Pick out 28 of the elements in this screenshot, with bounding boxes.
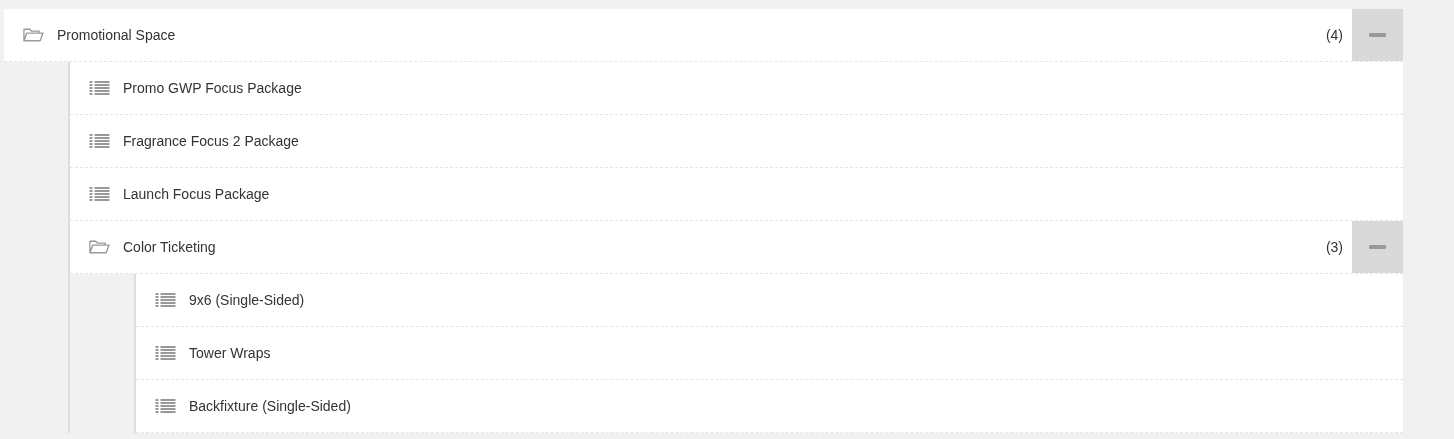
list-icon <box>89 186 110 202</box>
tree-item[interactable]: Color Ticketing (3) <box>70 221 1403 274</box>
item-label: Tower Wraps <box>189 345 271 361</box>
list-icon <box>89 133 110 149</box>
tree-item[interactable]: Launch Focus Package <box>70 168 1403 221</box>
tree-item[interactable]: Fragrance Focus 2 Package <box>70 115 1403 168</box>
item-label: Promo GWP Focus Package <box>123 80 302 96</box>
folder-icon <box>23 27 44 43</box>
list-icon <box>155 345 176 361</box>
item-count: (4) <box>1325 27 1343 43</box>
list-icon <box>155 398 176 414</box>
tree-item[interactable]: Promotional Space (4) <box>4 9 1403 62</box>
tree-item[interactable]: Backfixture (Single-Sided) <box>136 380 1403 433</box>
list-icon <box>155 292 176 308</box>
item-label: Launch Focus Package <box>123 186 270 202</box>
item-label: Color Ticketing <box>123 239 216 255</box>
item-label: Backfixture (Single-Sided) <box>189 398 351 414</box>
list-icon <box>89 80 110 96</box>
tree-item[interactable]: Promo GWP Focus Package <box>70 62 1403 115</box>
collapse-button[interactable] <box>1352 9 1403 61</box>
item-label: Fragrance Focus 2 Package <box>123 133 299 149</box>
item-label: 9x6 (Single-Sided) <box>189 292 305 308</box>
item-count: (3) <box>1325 239 1343 255</box>
item-label: Promotional Space <box>57 27 176 43</box>
folder-icon <box>89 239 110 255</box>
collapse-button[interactable] <box>1352 221 1403 273</box>
tree-item[interactable]: 9x6 (Single-Sided) <box>136 274 1403 327</box>
tree-item[interactable]: Tower Wraps <box>136 327 1403 380</box>
